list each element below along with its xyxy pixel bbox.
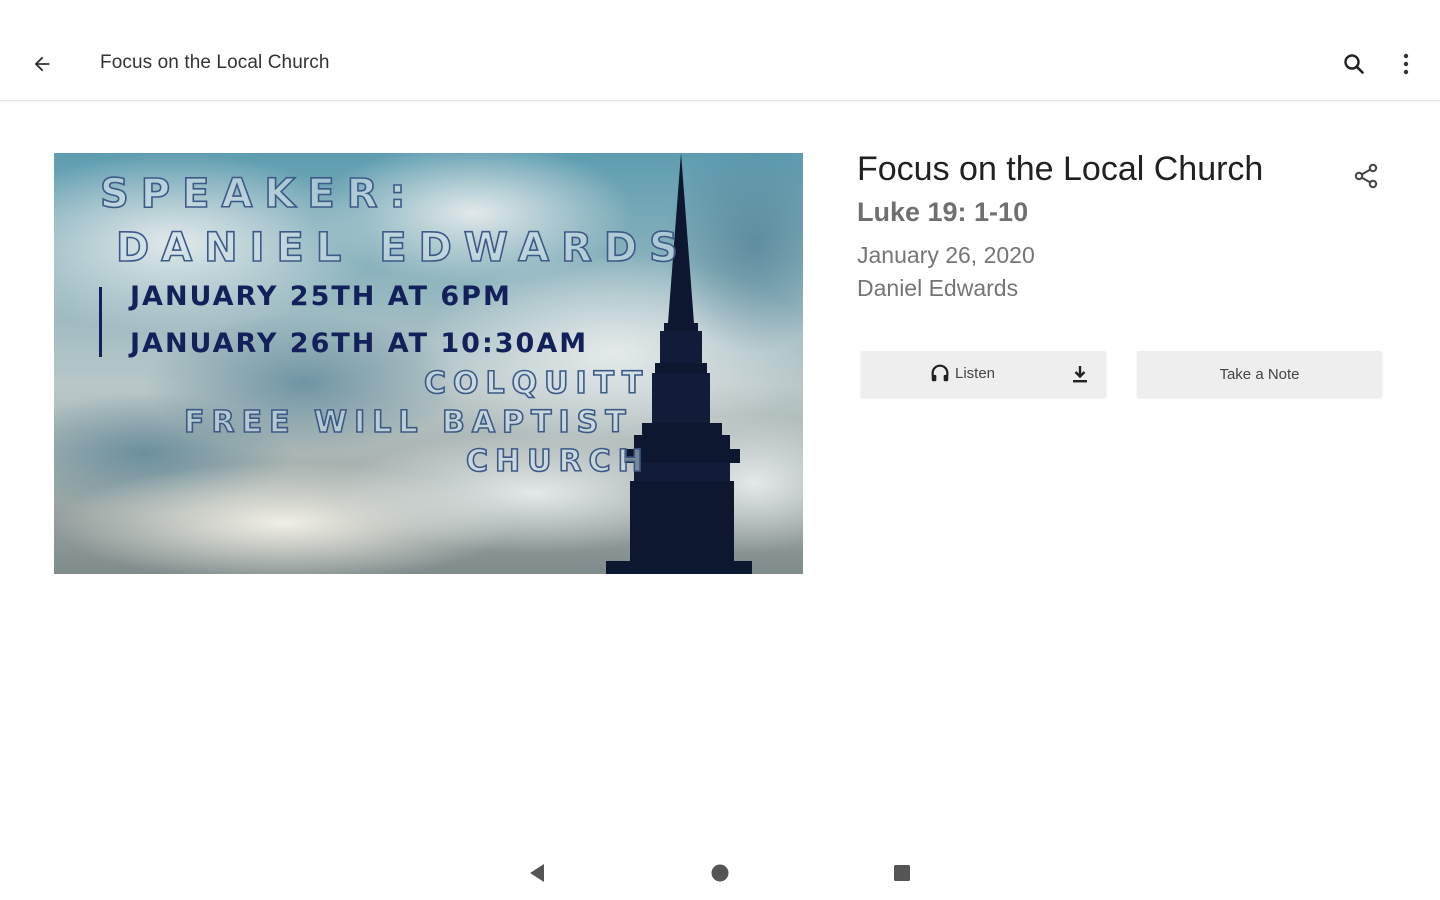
share-button[interactable] — [1346, 156, 1386, 196]
nav-recents-icon[interactable] — [891, 862, 913, 884]
artwork-text-line: DANIEL EDWARDS — [115, 224, 690, 272]
search-button[interactable] — [1334, 44, 1374, 84]
sermon-speaker: Daniel Edwards — [857, 275, 1019, 301]
take-a-note-button[interactable]: Take a Note — [1137, 351, 1382, 397]
nav-home-icon[interactable] — [709, 862, 731, 884]
sermon-title: Focus on the Local Church — [857, 150, 1264, 188]
artwork-text-line: JANUARY 26TH AT 10:30AM — [130, 328, 589, 359]
app-bar: Focus on the Local Church — [0, 0, 1440, 101]
sermon-date: January 26, 2020 — [857, 242, 1035, 268]
download-button[interactable] — [1067, 361, 1093, 387]
nav-back-icon[interactable] — [526, 862, 548, 884]
more-options-button[interactable] — [1390, 44, 1422, 84]
share-icon — [1354, 163, 1378, 189]
sermon-scripture: Luke 19: 1-10 — [857, 197, 1029, 227]
sermon-artwork: SPEAKER: DANIEL EDWARDS JANUARY 25TH AT … — [54, 153, 803, 574]
artwork-text-line: FREE WILL BAPTIST — [183, 404, 633, 441]
artwork-accent-bar — [99, 287, 102, 357]
artwork-text-line: JANUARY 25TH AT 6PM — [130, 281, 512, 312]
listen-label: Listen — [955, 364, 996, 382]
listen-button-content: Listen — [929, 362, 995, 384]
back-button[interactable] — [22, 44, 62, 84]
headphones-icon — [931, 364, 949, 382]
artwork-text-line: SPEAKER: — [99, 170, 418, 218]
arrow-left-icon — [34, 56, 50, 72]
app-bar-title: Focus on the Local Church — [100, 52, 330, 73]
artwork-text-line: COLQUITT — [423, 365, 650, 402]
listen-button[interactable]: Listen — [861, 351, 1106, 397]
artwork-text-line: CHURCH — [465, 443, 650, 480]
download-icon — [1073, 366, 1087, 383]
search-icon — [1344, 54, 1364, 74]
more-vertical-icon — [1403, 53, 1409, 75]
